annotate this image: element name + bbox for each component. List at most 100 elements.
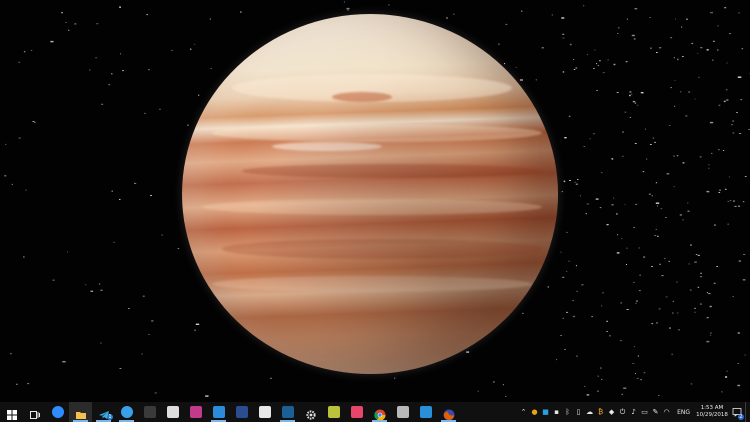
bluetooth-icon[interactable]: ᛒ xyxy=(562,402,573,422)
action-center-button[interactable]: 2 xyxy=(729,402,745,422)
star xyxy=(569,43,572,46)
star xyxy=(727,223,729,225)
star xyxy=(717,49,719,51)
star xyxy=(498,43,500,45)
bitcoin-icon[interactable]: ₿ xyxy=(595,402,606,422)
star xyxy=(717,25,719,27)
star xyxy=(128,308,130,309)
app-dark-button[interactable] xyxy=(138,402,161,422)
star xyxy=(579,195,581,197)
show-desktop-button[interactable] xyxy=(745,402,750,422)
star xyxy=(159,108,161,110)
volume-icon[interactable]: ♪ xyxy=(628,402,639,422)
star xyxy=(732,120,735,122)
star xyxy=(742,279,746,281)
star xyxy=(699,303,702,305)
star xyxy=(198,94,200,96)
star xyxy=(740,99,743,101)
star xyxy=(635,203,638,205)
app-tray-icon[interactable]: ■ xyxy=(540,402,551,422)
dropbox-icon[interactable]: ◆ xyxy=(606,402,617,422)
star xyxy=(634,143,637,144)
star xyxy=(635,373,636,375)
star xyxy=(562,37,565,39)
system-tray: ⌃ ● ■ ▪ ᛒ ▯ ☁ ₿ ◆ ⏻ ♪ ▭ ✎ ◠ ENG 1:53 AM 10/29/2018 2 xyxy=(518,402,750,422)
star xyxy=(660,208,663,210)
star xyxy=(709,305,712,308)
pen-icon[interactable]: ✎ xyxy=(650,402,661,422)
messenger-icon xyxy=(51,406,64,418)
star xyxy=(607,59,609,61)
network-app-icon[interactable]: ▪ xyxy=(551,402,562,422)
cloud-icon[interactable]: ☁ xyxy=(584,402,595,422)
star xyxy=(551,14,553,16)
vscode-button[interactable] xyxy=(207,402,230,422)
battery-icon[interactable]: ▭ xyxy=(639,402,650,422)
start-button[interactable] xyxy=(0,402,23,422)
star xyxy=(708,293,711,295)
star xyxy=(694,307,696,309)
star xyxy=(685,115,688,117)
chrome-button[interactable] xyxy=(368,402,391,422)
star xyxy=(633,38,636,40)
telegram-button[interactable]: 1 xyxy=(92,402,115,422)
star xyxy=(10,353,12,355)
steam-button[interactable] xyxy=(276,402,299,422)
chevron-up-icon[interactable]: ⌃ xyxy=(518,402,529,422)
unread-badge: 1 xyxy=(106,414,113,420)
star xyxy=(682,162,685,164)
star xyxy=(699,276,703,278)
star xyxy=(657,205,658,207)
star xyxy=(560,335,562,336)
powershell-button[interactable] xyxy=(230,402,253,422)
app-grid-button[interactable] xyxy=(161,402,184,422)
star xyxy=(694,261,697,263)
star xyxy=(343,1,345,3)
app-blue-button[interactable] xyxy=(414,402,437,422)
star xyxy=(5,143,7,145)
star xyxy=(679,91,682,93)
star xyxy=(505,23,508,25)
clock[interactable]: 1:53 AM 10/29/2018 xyxy=(695,402,729,422)
edge-icon xyxy=(120,406,133,418)
firefox-button[interactable] xyxy=(437,402,460,422)
star xyxy=(626,264,627,265)
chrome-tray-icon[interactable]: ● xyxy=(529,402,540,422)
star xyxy=(502,384,504,386)
star xyxy=(687,210,690,212)
gear-icon xyxy=(305,406,317,420)
star xyxy=(98,283,101,285)
star xyxy=(686,18,688,20)
language-indicator[interactable]: ENG xyxy=(672,409,695,416)
settings-button[interactable] xyxy=(299,402,322,422)
star xyxy=(394,377,396,379)
wifi-icon[interactable]: ◠ xyxy=(661,402,672,422)
star xyxy=(23,256,25,258)
star xyxy=(742,201,745,203)
star xyxy=(171,49,174,51)
star xyxy=(656,52,658,53)
messenger-button[interactable] xyxy=(46,402,69,422)
star xyxy=(141,353,143,355)
star xyxy=(564,349,566,350)
star xyxy=(177,248,180,249)
star xyxy=(611,158,614,160)
app-gray-button[interactable] xyxy=(391,402,414,422)
star xyxy=(574,181,576,183)
star xyxy=(599,207,602,209)
star xyxy=(709,11,713,14)
usb-icon[interactable]: ▯ xyxy=(573,402,584,422)
app-pink-button[interactable] xyxy=(184,402,207,422)
star xyxy=(672,312,674,314)
star xyxy=(712,59,714,61)
slack-button[interactable] xyxy=(253,402,276,422)
edge-button[interactable] xyxy=(115,402,138,422)
star xyxy=(689,289,692,291)
app-yellow-button[interactable] xyxy=(322,402,345,422)
task-view-button[interactable] xyxy=(23,402,46,422)
power-icon[interactable]: ⏻ xyxy=(617,402,628,422)
star xyxy=(718,104,721,106)
star xyxy=(606,320,608,322)
file-explorer-button[interactable] xyxy=(69,402,92,422)
app-red-button[interactable] xyxy=(345,402,368,422)
